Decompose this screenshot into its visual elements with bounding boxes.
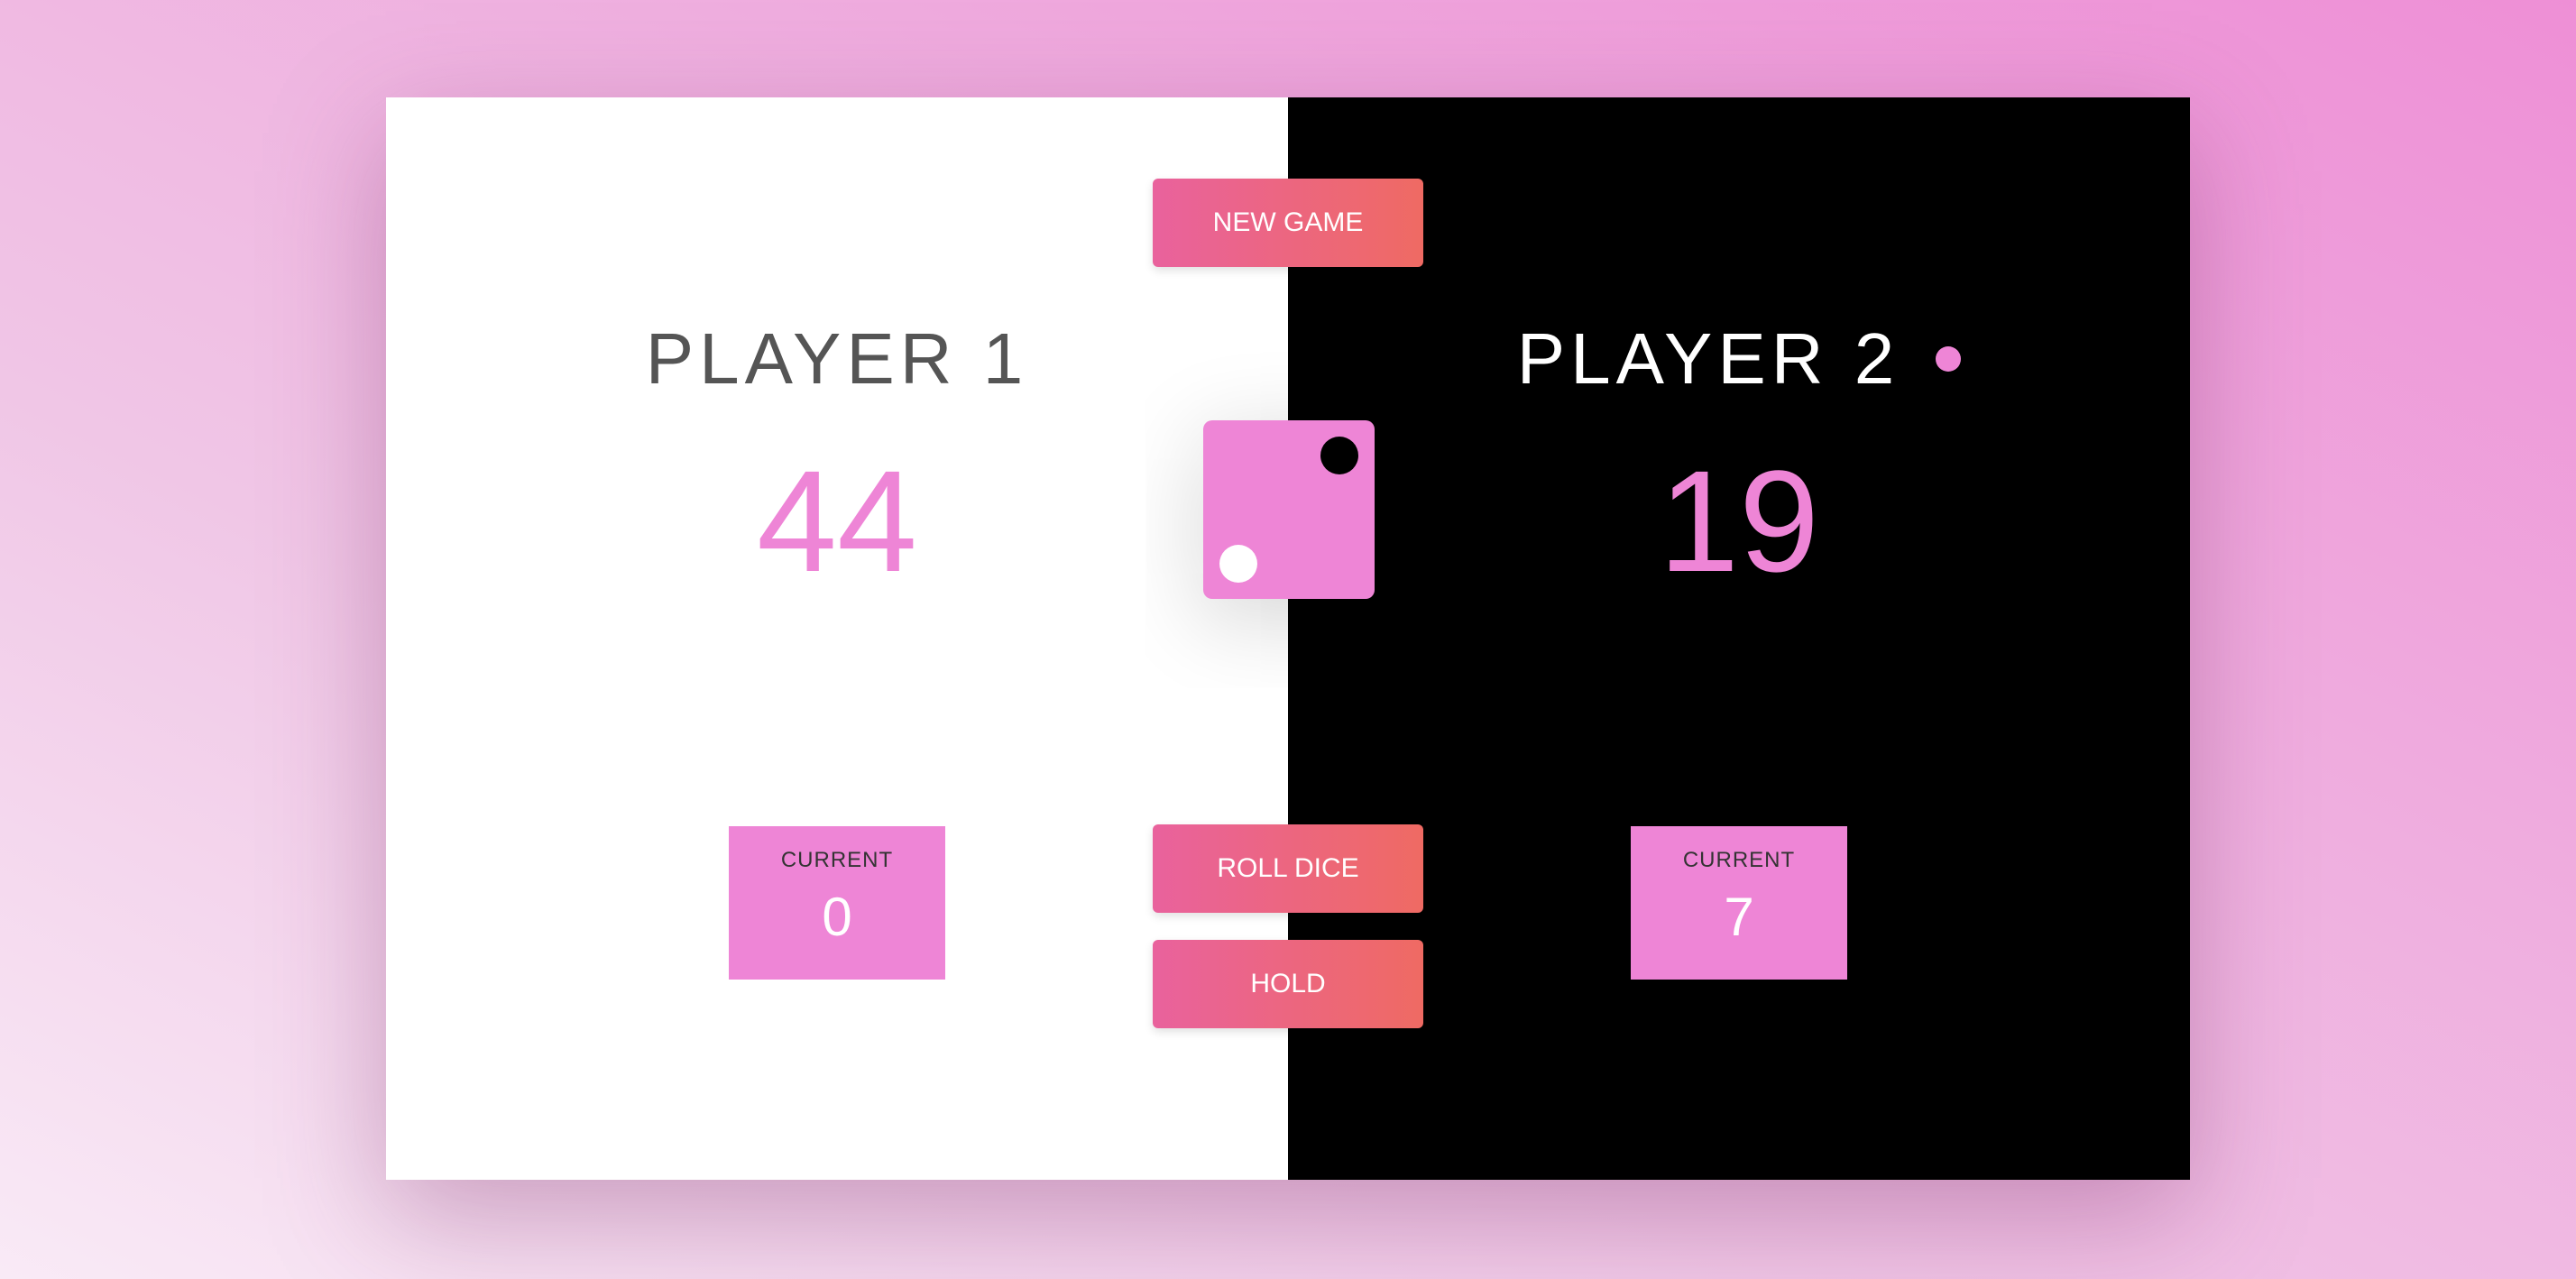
player-2-panel: PLAYER 2 19 CURRENT 7 — [1288, 97, 2190, 1180]
player-2-current-label: CURRENT — [1682, 848, 1796, 872]
player-1-name: PLAYER 1 — [645, 318, 1029, 399]
dice-pip — [1320, 437, 1358, 474]
player-2-current-box: CURRENT 7 — [1631, 826, 1847, 980]
roll-dice-button[interactable]: ROLL DICE — [1153, 824, 1423, 913]
player-2-score: 19 — [1659, 440, 1819, 602]
dice-two-icon — [1203, 420, 1375, 599]
new-game-button[interactable]: NEW GAME — [1153, 179, 1423, 267]
active-player-dot-icon — [1936, 345, 1962, 372]
hold-button[interactable]: HOLD — [1153, 940, 1423, 1028]
game-board: PLAYER 1 44 CURRENT 0 PLAYER 2 19 CURREN… — [386, 97, 2190, 1180]
player-2-current-score: 7 — [1724, 887, 1754, 947]
player-2-name: PLAYER 2 — [1288, 314, 2190, 404]
dice-pip — [1219, 545, 1257, 583]
player-1-current-box: CURRENT 0 — [729, 826, 945, 980]
player-1-current-score: 0 — [822, 887, 852, 947]
player-1-current-label: CURRENT — [780, 848, 894, 872]
player-1-score: 44 — [757, 440, 917, 602]
